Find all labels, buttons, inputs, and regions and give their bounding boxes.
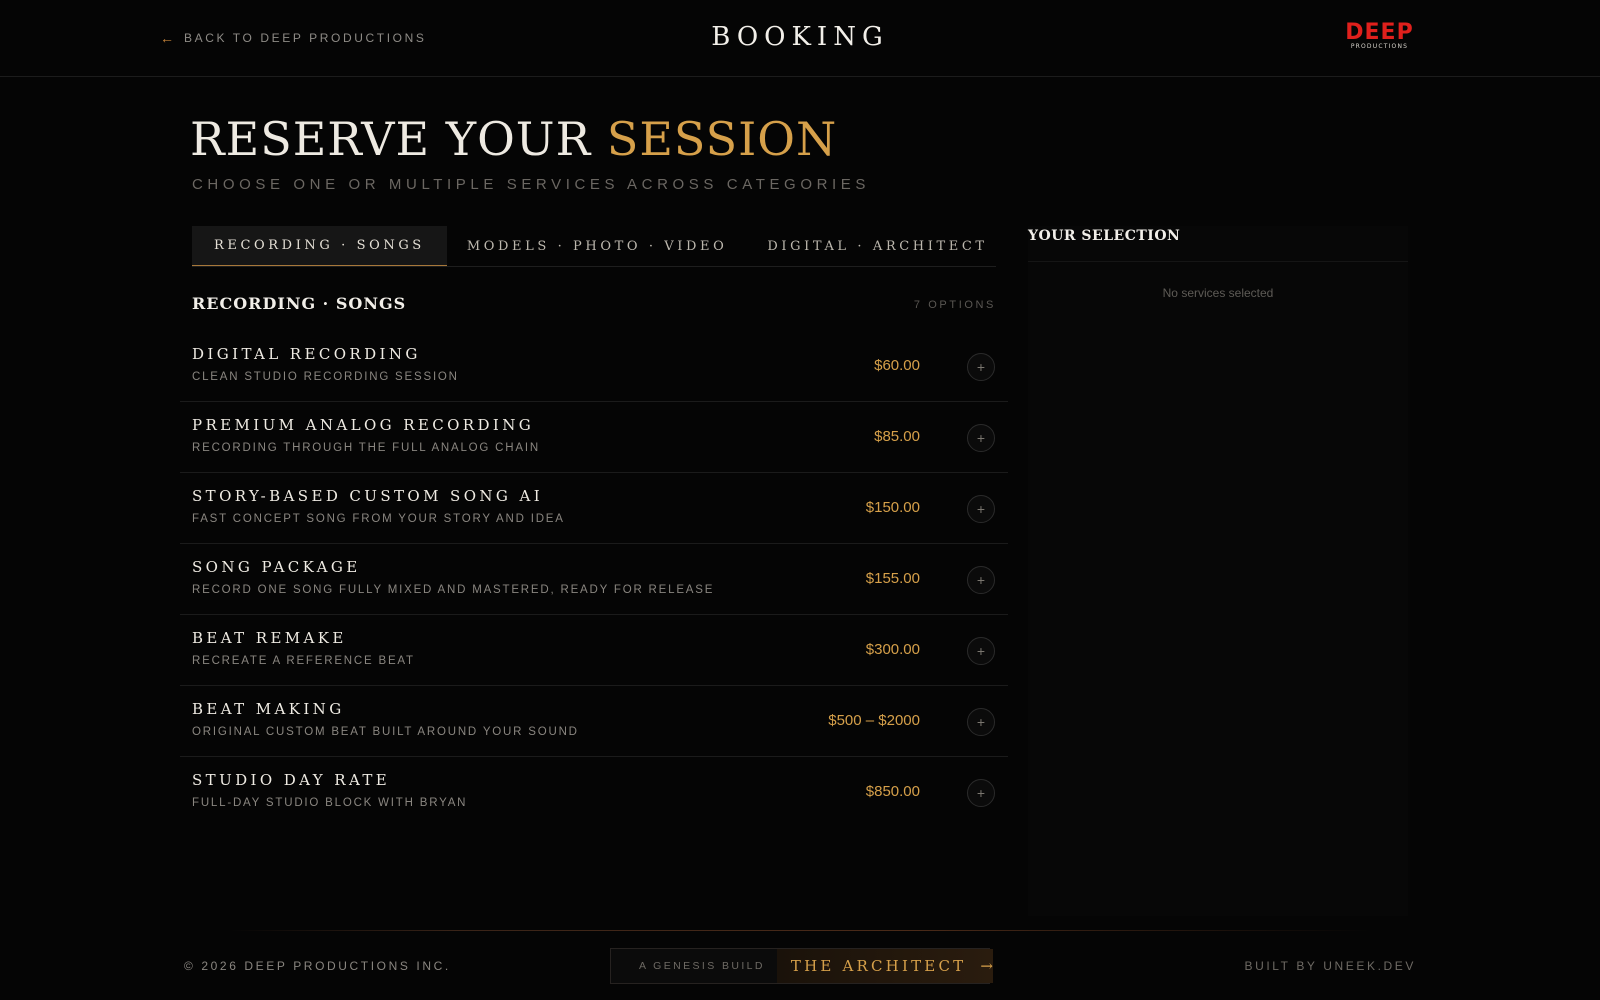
add-service-button[interactable]: +	[967, 495, 995, 523]
service-price: $150.00	[865, 499, 920, 516]
service-description: FULL-DAY STUDIO BLOCK WITH BRYAN	[192, 797, 468, 809]
selection-empty-state: No services selected	[1162, 286, 1274, 300]
badge-prefix: A GENESIS BUILD	[639, 960, 765, 972]
selection-panel: YOUR SELECTION No services selected	[1028, 226, 1408, 916]
section-title: RECORDING · SONGS	[192, 294, 407, 313]
service-price: $300.00	[865, 641, 920, 658]
add-service-button[interactable]: +	[967, 637, 995, 665]
add-service-button[interactable]: +	[967, 424, 995, 452]
service-price: $500 – $2000	[828, 712, 920, 729]
options-count: 7 OPTIONS	[913, 299, 996, 311]
service-name: STUDIO DAY RATE	[192, 771, 391, 789]
service-price: $155.00	[865, 570, 920, 587]
service-name: PREMIUM ANALOG RECORDING	[192, 416, 535, 434]
service-description: RECORD ONE SONG FULLY MIXED AND MASTERED…	[192, 584, 715, 596]
service-name: STORY-BASED CUSTOM SONG AI	[192, 487, 544, 505]
top-bar: ← BACK TO DEEP PRODUCTIONS BOOKING DEEP …	[0, 0, 1600, 77]
genesis-build-badge: A GENESIS BUILD THE ARCHITECT →	[610, 948, 993, 984]
hero-title-main: RESERVE YOUR	[190, 112, 607, 166]
service-name: SONG PACKAGE	[192, 558, 361, 576]
service-description: CLEAN STUDIO RECORDING SESSION	[192, 371, 459, 383]
deep-productions-logo[interactable]: DEEP PRODUCTIONS	[1331, 20, 1428, 50]
footer-divider	[230, 930, 1370, 931]
service-row: STUDIO DAY RATE FULL-DAY STUDIO BLOCK WI…	[180, 757, 1008, 828]
selection-divider	[1028, 261, 1408, 262]
service-row: PREMIUM ANALOG RECORDING RECORDING THROU…	[180, 402, 1008, 473]
logo-subword: PRODUCTIONS	[1351, 43, 1408, 50]
category-tabs: RECORDING · SONGS MODELS · PHOTO · VIDEO…	[192, 226, 996, 267]
service-description: FAST CONCEPT SONG FROM YOUR STORY AND ID…	[192, 513, 565, 525]
add-service-button[interactable]: +	[967, 779, 995, 807]
hero-title-accent: SESSION	[606, 112, 838, 166]
service-row: SONG PACKAGE RECORD ONE SONG FULLY MIXED…	[180, 544, 1008, 615]
hero-subtitle: CHOOSE ONE OR MULTIPLE SERVICES ACROSS C…	[192, 176, 870, 193]
arrow-right-icon: →	[980, 957, 993, 975]
built-by-link[interactable]: BUILT BY UNEEK.DEV	[1200, 959, 1416, 973]
service-description: RECREATE A REFERENCE BEAT	[192, 655, 415, 667]
service-row: DIGITAL RECORDING CLEAN STUDIO RECORDING…	[180, 331, 1008, 402]
add-service-button[interactable]: +	[967, 708, 995, 736]
logo-word: DEEP	[1345, 20, 1413, 45]
the-architect-link[interactable]: THE ARCHITECT →	[776, 949, 993, 983]
service-row: BEAT REMAKE RECREATE A REFERENCE BEAT $3…	[180, 615, 1008, 686]
tab-digital-architect[interactable]: DIGITAL · ARCHITECT	[747, 226, 1007, 266]
service-name: BEAT MAKING	[192, 700, 345, 718]
copyright-text: © 2026 DEEP PRODUCTIONS INC.	[184, 959, 451, 973]
the-architect-label: THE ARCHITECT	[790, 957, 967, 975]
service-description: RECORDING THROUGH THE FULL ANALOG CHAIN	[192, 442, 540, 454]
service-row: STORY-BASED CUSTOM SONG AI FAST CONCEPT …	[180, 473, 1008, 544]
service-name: DIGITAL RECORDING	[192, 345, 421, 363]
service-description: ORIGINAL CUSTOM BEAT BUILT AROUND YOUR S…	[192, 726, 579, 738]
tab-models-photo-video[interactable]: MODELS · PHOTO · VIDEO	[447, 226, 748, 266]
add-service-button[interactable]: +	[967, 353, 995, 381]
add-service-button[interactable]: +	[967, 566, 995, 594]
selection-title: YOUR SELECTION	[1028, 228, 1181, 244]
service-name: BEAT REMAKE	[192, 629, 347, 647]
service-row: BEAT MAKING ORIGINAL CUSTOM BEAT BUILT A…	[180, 686, 1008, 757]
tab-recording-songs[interactable]: RECORDING · SONGS	[192, 226, 447, 266]
service-price: $85.00	[874, 428, 920, 445]
service-list: DIGITAL RECORDING CLEAN STUDIO RECORDING…	[180, 331, 1008, 828]
service-price: $850.00	[865, 783, 920, 800]
hero-title: RESERVE YOUR SESSION	[190, 112, 837, 166]
service-price: $60.00	[874, 357, 920, 374]
